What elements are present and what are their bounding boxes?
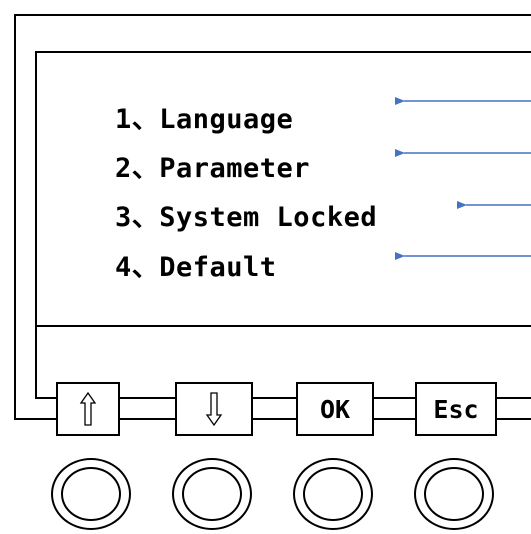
hardware-button-ring <box>303 467 363 521</box>
menu-item-language[interactable]: 1、Language <box>115 97 293 136</box>
ok-button-label: OK <box>319 394 351 424</box>
ok-button[interactable]: OK <box>296 382 374 436</box>
down-button[interactable] <box>175 382 253 436</box>
esc-button-label: Esc <box>433 394 479 424</box>
up-button[interactable] <box>56 382 120 436</box>
menu-item-number: 3、 <box>115 202 160 233</box>
menu-item-number: 4、 <box>115 252 160 283</box>
menu-item-number: 1、 <box>115 104 160 135</box>
hardware-button-2[interactable] <box>172 458 252 530</box>
hardware-button-ring <box>424 467 484 521</box>
menu-item-label: System Locked <box>159 202 378 233</box>
menu-item-label: Parameter <box>159 153 311 184</box>
menu-item-default[interactable]: 4、Default <box>115 245 277 284</box>
hardware-button-1[interactable] <box>51 458 131 530</box>
menu-item-label: Language <box>159 104 294 135</box>
hardware-button-ring <box>182 467 242 521</box>
menu-item-label: Default <box>159 252 277 283</box>
up-arrow-icon <box>79 391 97 426</box>
esc-button[interactable]: Esc <box>415 382 497 436</box>
screen-divider <box>37 325 531 327</box>
menu-item-parameter[interactable]: 2、Parameter <box>115 146 310 185</box>
lcd-screen: 1、Language 2、Parameter 3、System Locked 4… <box>35 51 531 399</box>
down-arrow-icon <box>205 392 223 427</box>
hardware-button-ring <box>61 467 121 521</box>
hardware-button-4[interactable] <box>414 458 494 530</box>
menu-list: 1、Language 2、Parameter 3、System Locked 4… <box>37 53 531 325</box>
hardware-button-3[interactable] <box>293 458 373 530</box>
menu-item-system-locked[interactable]: 3、System Locked <box>115 195 377 234</box>
menu-item-number: 2、 <box>115 153 160 184</box>
